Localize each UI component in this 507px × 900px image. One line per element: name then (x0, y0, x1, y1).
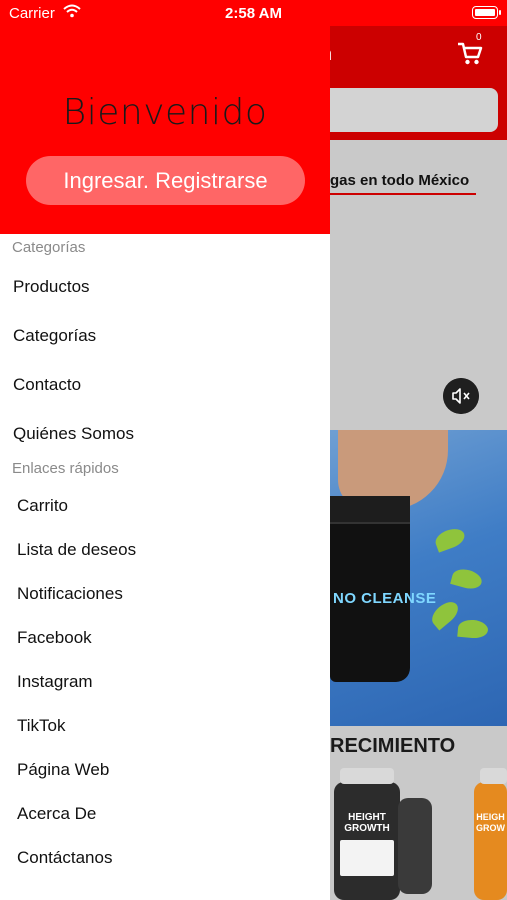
section-title: RECIMIENTO (330, 735, 456, 757)
product-bottle (398, 798, 432, 894)
product-banner[interactable]: NO CLEANSE (330, 430, 507, 726)
cart-count-badge: 0 (476, 32, 482, 43)
menu-item-productos[interactable]: Productos (13, 277, 90, 297)
menu-item-contactanos[interactable]: Contáctanos (17, 848, 112, 868)
menu-item-pagina-web[interactable]: Página Web (17, 760, 109, 780)
bottle-label (340, 840, 394, 876)
status-time: 2:58 AM (225, 5, 282, 22)
menu-item-facebook[interactable]: Facebook (17, 628, 92, 648)
promo-text: gas en todo México (330, 172, 470, 189)
side-drawer: Bienvenido Ingresar. Registrarse Categor… (0, 0, 330, 900)
status-bar: Carrier 2:58 AM (0, 0, 507, 26)
banner-leaf (432, 525, 468, 553)
product-bottle[interactable] (474, 782, 507, 900)
banner-leaf (450, 566, 484, 592)
menu-item-categorias[interactable]: Categorías (13, 326, 96, 346)
menu-item-quienes-somos[interactable]: Quiénes Somos (13, 424, 134, 444)
bottle-label-text: HEIGH GROW (476, 812, 505, 833)
banner-leaf (457, 618, 489, 640)
menu-item-notificaciones[interactable]: Notificaciones (17, 584, 123, 604)
welcome-title: Bienvenido (62, 92, 268, 133)
cart-icon[interactable] (456, 40, 484, 66)
battery-icon (472, 6, 501, 19)
categories-section-label: Categorías (12, 239, 86, 256)
menu-item-lista-deseos[interactable]: Lista de deseos (17, 540, 136, 560)
bottle-cap (480, 768, 507, 784)
menu-item-carrito[interactable]: Carrito (17, 496, 68, 516)
banner-product-name: NO CLEANSE (333, 590, 437, 607)
bottle-cap (340, 768, 394, 784)
menu-item-tiktok[interactable]: TikTok (17, 716, 66, 736)
login-register-button[interactable]: Ingresar. Registrarse (26, 156, 305, 205)
menu-item-instagram[interactable]: Instagram (17, 672, 93, 692)
menu-item-contacto[interactable]: Contacto (13, 375, 81, 395)
mute-icon[interactable] (443, 378, 479, 414)
quick-links-section-label: Enlaces rápidos (12, 460, 119, 477)
banner-jar-lid (330, 496, 410, 524)
menu-item-acerca-de[interactable]: Acerca De (17, 804, 96, 824)
promo-underline (330, 193, 476, 195)
drawer-header: Bienvenido Ingresar. Registrarse (0, 0, 330, 234)
bottle-label-text: HEIGHT GROWTH (344, 812, 390, 834)
